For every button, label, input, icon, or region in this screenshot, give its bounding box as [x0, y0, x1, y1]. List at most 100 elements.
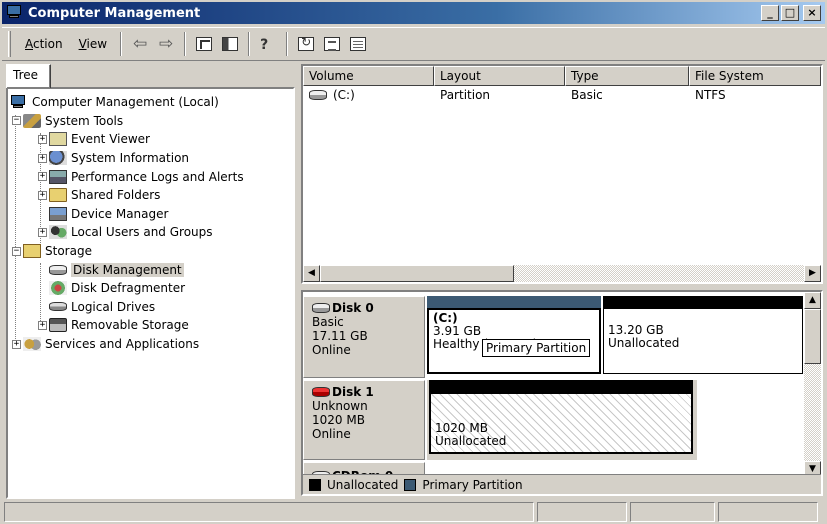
close-button[interactable]: × — [803, 5, 821, 21]
minimize-button[interactable]: _ — [761, 5, 779, 21]
storage-icon — [23, 244, 41, 259]
tree-item[interactable]: Logical Drives — [10, 298, 293, 317]
tree-item-label: Performance Logs and Alerts — [71, 169, 244, 184]
tree-item[interactable]: Device Manager — [10, 205, 293, 224]
console-tree: Computer Management (Local) − System Tools… — [6, 87, 295, 499]
disk-0-row[interactable]: Disk 0 Basic 17.11 GB Online (C:) 3.91 G… — [303, 296, 803, 378]
event-viewer-icon — [49, 132, 67, 147]
properties-button[interactable] — [319, 32, 345, 56]
scroll-thumb[interactable] — [320, 265, 514, 282]
column-header-volume[interactable]: Volume — [303, 66, 434, 86]
disk-1-info[interactable]: Disk 1 Unknown 1020 MB Online — [303, 380, 425, 460]
expand-icon[interactable]: + — [12, 339, 21, 349]
status-cell — [4, 502, 534, 522]
toolbar-separator — [286, 32, 289, 56]
refresh-button[interactable] — [293, 32, 319, 56]
scroll-right-icon[interactable]: ▶ — [804, 265, 821, 282]
scroll-up-icon[interactable]: ▲ — [804, 292, 821, 309]
disk-1-name: Disk 1 — [332, 385, 374, 399]
disk-1-status: Online — [312, 427, 351, 441]
volume-drive-icon — [309, 90, 327, 100]
tree-item-label: System Information — [71, 151, 190, 166]
disk-0-info[interactable]: Disk 0 Basic 17.11 GB Online — [303, 296, 425, 378]
tree-item[interactable]: + Local Users and Groups — [10, 223, 293, 242]
view-menu[interactable]: View — [71, 35, 115, 53]
console-tree-icon — [222, 37, 239, 51]
column-header-file-system[interactable]: File System — [689, 66, 821, 86]
toolbar-separator — [184, 32, 187, 56]
tree-item[interactable]: Disk Management — [10, 260, 293, 279]
disk-1-row[interactable]: Disk 1 Unknown 1020 MB Online 1020 MB Un… — [303, 380, 803, 460]
performance-icon — [49, 169, 67, 184]
up-one-level-button[interactable] — [191, 32, 217, 56]
system-info-icon — [49, 151, 67, 166]
tree-item-label: Shared Folders — [71, 188, 161, 203]
maximize-button[interactable]: □ — [781, 5, 799, 21]
disk-icon — [49, 264, 67, 275]
disk-1-size: 1020 MB — [312, 413, 365, 427]
expand-icon[interactable]: + — [38, 190, 47, 200]
volume-type: Basic — [571, 88, 603, 102]
disk-icon — [312, 303, 330, 313]
title-bar[interactable]: Computer Management _ □ × — [2, 2, 825, 24]
collapse-icon[interactable]: − — [12, 116, 21, 126]
vertical-scrollbar[interactable]: ▲ ▼ — [804, 292, 821, 478]
scroll-left-icon[interactable]: ◀ — [303, 265, 320, 282]
tree-item[interactable]: + Services and Applications — [10, 335, 293, 354]
expand-icon[interactable]: + — [38, 172, 47, 182]
tree-item[interactable]: + System Information — [10, 149, 293, 168]
tree-item-label: Storage — [45, 244, 92, 259]
column-header-type[interactable]: Type — [565, 66, 689, 86]
partition-unallocated-disk-0[interactable]: 13.20 GB Unallocated — [603, 296, 803, 374]
disk-1-partitions: 1020 MB Unallocated — [427, 380, 697, 460]
shared-folder-icon — [49, 188, 67, 203]
disk-offline-icon — [312, 387, 330, 397]
tree-item-label: Device Manager — [71, 206, 169, 221]
disk-legend: Unallocated Primary Partition — [303, 474, 821, 494]
tree-item[interactable]: Computer Management (Local) — [10, 93, 293, 112]
forward-arrow-icon[interactable]: ⇨ — [153, 32, 179, 56]
action-menu[interactable]: Action — [17, 35, 71, 53]
tree-item-label: Computer Management (Local) — [32, 95, 219, 110]
disk-graphical-view: Disk 0 Basic 17.11 GB Online (C:) 3.91 G… — [301, 290, 823, 496]
tree-item[interactable]: − System Tools — [10, 112, 293, 131]
unallocated-0-status: Unallocated — [608, 336, 680, 350]
scroll-thumb[interactable] — [804, 309, 821, 364]
tree-item[interactable]: + Performance Logs and Alerts — [10, 167, 293, 186]
device-manager-icon — [49, 206, 67, 221]
tree-item-label: System Tools — [45, 113, 124, 128]
expand-icon[interactable]: + — [38, 227, 47, 237]
toolbar-grip[interactable] — [8, 31, 11, 57]
disk-0-kind: Basic — [312, 315, 344, 329]
tree-item-label: Disk Defragmenter — [71, 281, 186, 296]
partition-unallocated-disk-1[interactable]: 1020 MB Unallocated — [429, 380, 693, 454]
tree-item-label: Local Users and Groups — [71, 225, 213, 240]
partition-tooltip: Primary Partition — [482, 339, 591, 357]
tree-item[interactable]: + Shared Folders — [10, 186, 293, 205]
tree-item[interactable]: Disk Defragmenter — [10, 279, 293, 298]
back-arrow-icon[interactable]: ⇦ — [127, 32, 153, 56]
tree-item[interactable]: + Event Viewer — [10, 130, 293, 149]
expand-icon[interactable]: + — [38, 320, 47, 330]
horizontal-scrollbar[interactable]: ◀ ▶ — [303, 265, 821, 282]
volume-name: (C:) — [333, 88, 355, 102]
help-icon: ? — [260, 37, 269, 53]
expand-icon[interactable]: + — [38, 134, 47, 144]
tab-tree[interactable]: Tree — [6, 64, 51, 88]
expand-icon[interactable]: + — [38, 153, 47, 163]
export-list-button[interactable] — [345, 32, 371, 56]
column-header-layout[interactable]: Layout — [434, 66, 565, 86]
help-button[interactable]: ? — [255, 32, 281, 56]
collapse-icon[interactable]: − — [12, 246, 21, 256]
disk-0-partitions: (C:) 3.91 GB Healthy (System) Primary Pa… — [427, 296, 803, 378]
tree-item[interactable]: − Storage — [10, 242, 293, 261]
table-row[interactable]: (C:) Partition Basic NTFS — [303, 86, 821, 104]
refresh-icon — [298, 35, 315, 51]
unallocated-1-status: Unallocated — [435, 434, 507, 448]
partition-c[interactable]: (C:) 3.91 GB Healthy (System) Primary Pa… — [427, 296, 601, 374]
toolbar-separator — [248, 32, 251, 56]
legend-label-unallocated: Unallocated — [327, 477, 399, 492]
legend-swatch-unallocated — [309, 478, 321, 491]
tree-item[interactable]: + Removable Storage — [10, 316, 293, 335]
show-hide-tree-button[interactable] — [217, 32, 243, 56]
